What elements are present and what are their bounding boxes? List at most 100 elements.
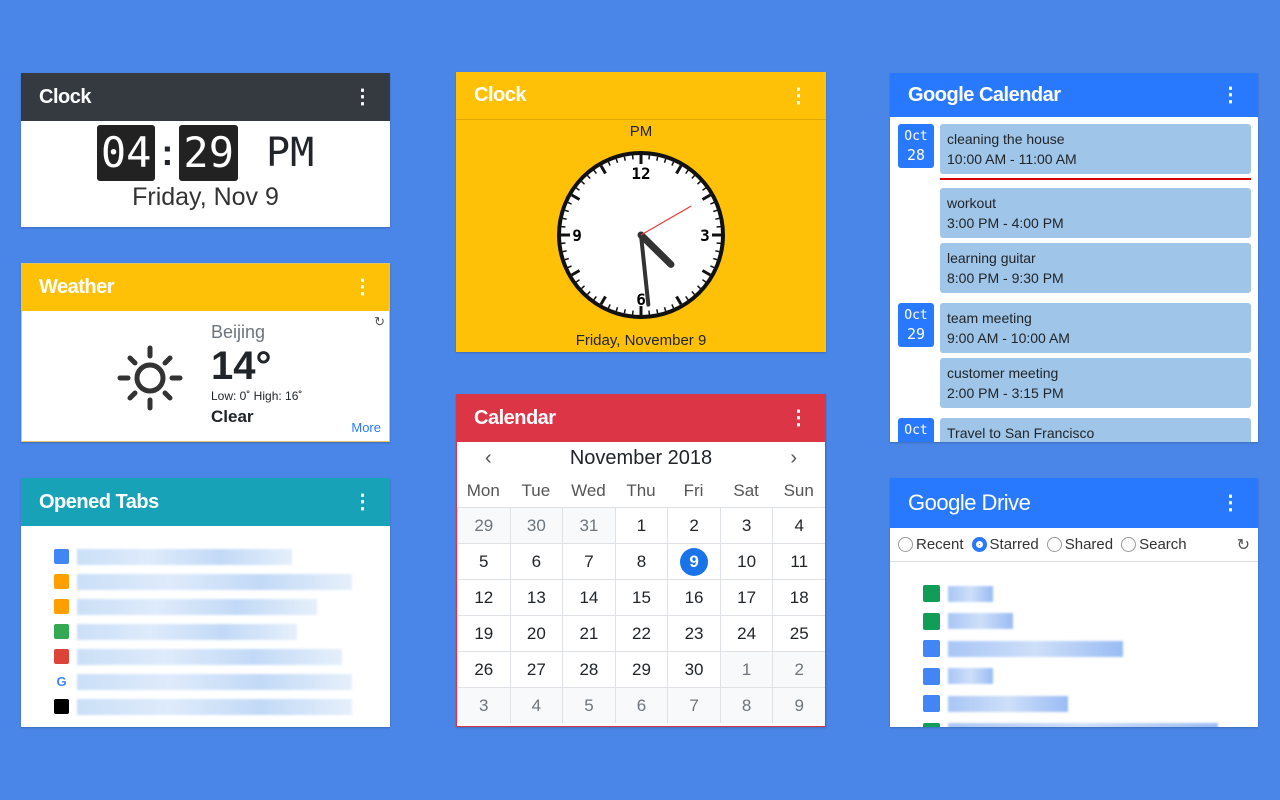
badge-day: 30: [898, 440, 934, 442]
calendar-day[interactable]: 29: [614, 651, 668, 687]
calendar-day[interactable]: 16: [667, 579, 720, 615]
calendar-day[interactable]: 15: [614, 579, 668, 615]
calendar-day[interactable]: 11: [772, 543, 825, 579]
calendar-day[interactable]: 14: [562, 579, 615, 615]
more-menu-icon[interactable]: ⋮: [353, 87, 373, 107]
calendar-day[interactable]: 8: [719, 687, 773, 723]
calendar-day[interactable]: 29: [457, 507, 510, 543]
tab-item[interactable]: G: [54, 669, 390, 694]
calendar-day[interactable]: 12: [457, 579, 510, 615]
radio-recent[interactable]: Recent: [898, 536, 964, 553]
widget-header: Calendar ⋮: [457, 395, 825, 442]
calendar-day[interactable]: 18: [772, 579, 825, 615]
refresh-icon[interactable]: ↻: [374, 314, 385, 330]
day-number: 7: [584, 551, 594, 571]
calendar-day[interactable]: 4: [509, 687, 563, 723]
file-item[interactable]: [923, 635, 1258, 663]
next-month-button[interactable]: ›: [790, 447, 797, 470]
calendar-day[interactable]: 30: [509, 507, 563, 543]
docs-icon: [923, 695, 940, 713]
calendar-day[interactable]: 7: [667, 687, 720, 723]
day-number: 31: [579, 515, 599, 535]
calendar-day[interactable]: 23: [667, 615, 720, 651]
calendar-day[interactable]: 30: [667, 651, 720, 687]
ampm: PM: [629, 123, 653, 140]
event-item[interactable]: workout 3:00 PM - 4:00 PM: [940, 188, 1251, 238]
calendar-day[interactable]: 31: [562, 507, 615, 543]
widget-header: Clock ⋮: [21, 73, 390, 121]
calendar-day[interactable]: 2: [772, 651, 825, 687]
day-number: 22: [632, 623, 651, 643]
more-menu-icon[interactable]: ⋮: [1221, 85, 1241, 105]
date-text: Friday, November 9: [575, 332, 707, 349]
calendar-day[interactable]: 4: [772, 507, 825, 543]
day-number: 20: [526, 623, 546, 643]
calendar-day[interactable]: 19: [457, 615, 510, 651]
radio-button[interactable]: [1046, 537, 1062, 552]
tab-item[interactable]: [54, 694, 390, 719]
weekday-label: Fri: [683, 481, 704, 500]
calendar-day[interactable]: 6: [614, 687, 668, 723]
calendar-day[interactable]: 6: [509, 543, 563, 579]
prev-month-button[interactable]: ‹: [485, 447, 492, 470]
tab-item[interactable]: [54, 594, 390, 619]
calendar-day[interactable]: 7: [562, 543, 615, 579]
day-number: 15: [632, 587, 651, 607]
tab-item[interactable]: [54, 544, 390, 569]
calendar-day[interactable]: 17: [719, 579, 773, 615]
calendar-day[interactable]: 9: [772, 687, 825, 723]
tab-item[interactable]: [54, 644, 390, 669]
file-item[interactable]: [923, 690, 1258, 718]
calendar-day[interactable]: 22: [614, 615, 668, 651]
more-menu-icon[interactable]: ⋮: [353, 492, 373, 512]
calendar-day[interactable]: 24: [719, 615, 773, 651]
calendar-day[interactable]: 1: [614, 507, 668, 543]
radio-shared[interactable]: Shared: [1046, 536, 1113, 553]
calendar-day[interactable]: 25: [772, 615, 825, 651]
calendar-day[interactable]: 2: [667, 507, 720, 543]
widget-title: Clock: [474, 84, 526, 106]
calendar-day[interactable]: 3: [719, 507, 773, 543]
more-menu-icon[interactable]: ⋮: [789, 408, 809, 428]
event-item[interactable]: learning guitar 8:00 PM - 9:30 PM: [940, 243, 1251, 293]
radio-button[interactable]: [898, 537, 913, 552]
calendar-day[interactable]: 13: [509, 579, 563, 615]
event-item[interactable]: cleaning the house 10:00 AM - 11:00 AM: [940, 124, 1251, 174]
file-item[interactable]: [923, 663, 1258, 691]
tab-title-redacted: [77, 573, 352, 590]
day-number: 11: [790, 551, 809, 571]
calendar-day[interactable]: 28: [562, 651, 615, 687]
radio-button[interactable]: [1121, 537, 1137, 552]
calendar-day[interactable]: 20: [509, 615, 563, 651]
ampm: PM: [265, 130, 315, 176]
calendar-day[interactable]: 1: [719, 651, 773, 687]
radio-starred[interactable]: Starred: [971, 536, 1039, 553]
vercel-icon: [54, 699, 69, 714]
file-item[interactable]: [923, 718, 1258, 727]
event-item[interactable]: customer meeting 2:00 PM - 3:15 PM: [940, 358, 1251, 408]
calendar-day[interactable]: 3: [457, 687, 510, 723]
refresh-icon[interactable]: ↻: [1237, 535, 1250, 555]
more-menu-icon[interactable]: ⋮: [353, 277, 373, 297]
radio-search[interactable]: Search: [1121, 536, 1187, 553]
radio-button[interactable]: [971, 537, 987, 552]
more-link[interactable]: More: [351, 420, 381, 435]
event-item[interactable]: Travel to San Francisco: [940, 418, 1251, 442]
tab-item[interactable]: [54, 569, 390, 594]
calendar-day[interactable]: 26: [457, 651, 510, 687]
file-item[interactable]: [923, 580, 1258, 608]
calendar-day[interactable]: 5: [562, 687, 615, 723]
calendar-day[interactable]: 10: [719, 543, 773, 579]
clock-number: 12: [631, 164, 650, 183]
calendar-day[interactable]: 9: [667, 543, 720, 579]
calendar-day[interactable]: 5: [457, 543, 510, 579]
more-menu-icon[interactable]: ⋮: [789, 86, 809, 106]
event-item[interactable]: team meeting 9:00 AM - 10:00 AM: [940, 303, 1251, 353]
calendar-day[interactable]: 21: [562, 615, 615, 651]
day-number: 26: [474, 659, 494, 679]
tab-item[interactable]: [54, 619, 390, 644]
more-menu-icon[interactable]: ⋮: [1221, 493, 1241, 513]
calendar-day[interactable]: 27: [509, 651, 563, 687]
calendar-day[interactable]: 8: [614, 543, 668, 579]
file-item[interactable]: [923, 608, 1258, 636]
